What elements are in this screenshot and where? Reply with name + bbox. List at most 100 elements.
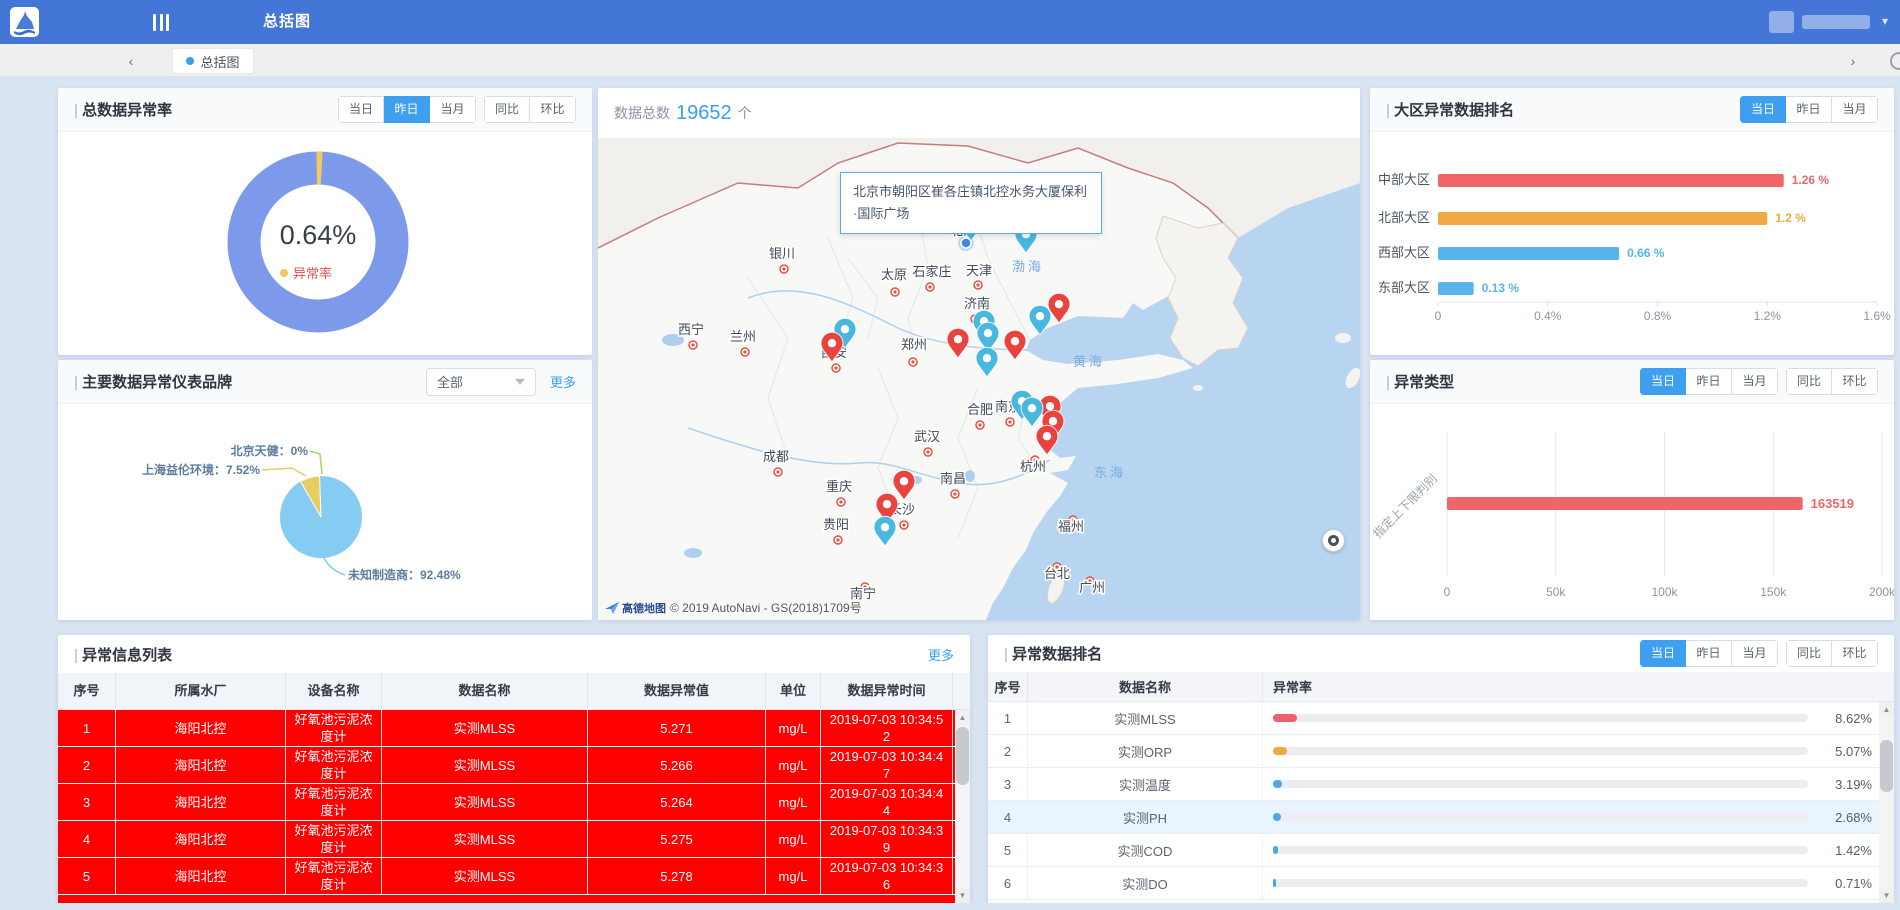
amap-logo-text: 高德地图 <box>622 600 666 616</box>
table-cell: mg/L <box>766 858 821 894</box>
table-cell: mg/L <box>766 784 821 820</box>
app-logo-icon[interactable] <box>10 7 39 37</box>
table-header-row: 序号所属水厂设备名称数据名称数据异常值单位数据异常时间 <box>58 673 970 710</box>
tab-settings-icon[interactable] <box>1890 52 1900 70</box>
panel-anomaly-list: 异常信息列表 更多 序号所属水厂设备名称数据名称数据异常值单位数据异常时间1海阳… <box>58 635 970 910</box>
panel-title: 总数据异常率 <box>74 99 172 120</box>
table-cell: 4 <box>58 821 116 857</box>
user-avatar[interactable] <box>1769 11 1794 33</box>
scroll-down-icon[interactable]: ▼ <box>1879 888 1894 903</box>
sea-label: 黄海 <box>1073 354 1105 369</box>
sea-label: 渤海 <box>1012 259 1044 274</box>
column-header: 异常率 <box>1263 672 1894 701</box>
dropdown-value: 全部 <box>437 372 463 391</box>
period-tab-昨日[interactable]: 昨日 <box>1786 96 1832 123</box>
rank-no: 5 <box>988 834 1028 866</box>
table-cell: 实测MLSS <box>382 710 588 746</box>
city-label-成都: 成都 <box>763 449 789 464</box>
period-tab-环比[interactable]: 环比 <box>1832 640 1878 667</box>
rank-rate-value: 1.42% <box>1820 843 1872 858</box>
user-name[interactable] <box>1802 15 1870 29</box>
panel-title: 主要数据异常仪表品牌 <box>74 371 232 392</box>
rank-name: 实测PH <box>1028 801 1263 833</box>
period-tab-当月[interactable]: 当月 <box>1732 640 1778 667</box>
tabs-scroll-left-icon[interactable]: ‹ <box>120 50 142 72</box>
rank-rate-value: 2.68% <box>1820 810 1872 825</box>
period-tabs: 当日昨日当月同比环比 <box>338 96 576 123</box>
rank-name: 实测温度 <box>1028 768 1263 800</box>
rank-table: 序号数据名称异常率1实测MLSS8.62%2实测ORP5.07%3实测温度3.1… <box>988 672 1894 900</box>
scroll-thumb[interactable] <box>1880 740 1893 792</box>
period-tab-当月[interactable]: 当月 <box>430 96 476 123</box>
table-cell: 海阳北控 <box>116 784 286 820</box>
city-label-银川: 银川 <box>769 246 795 261</box>
donut-chart: 0.64%异常率 <box>58 132 592 354</box>
map-attribution: 高德地图 © 2019 AutoNavi - GS(2018)1709号 <box>604 599 862 616</box>
period-tab-当日[interactable]: 当日 <box>1740 96 1786 123</box>
scroll-up-icon[interactable]: ▲ <box>955 710 970 725</box>
donut-legend-label: 异常率 <box>293 266 332 281</box>
rank-row: 6实测DO0.71% <box>988 867 1894 900</box>
period-tab-当月[interactable]: 当月 <box>1732 368 1778 395</box>
rank-rate-cell: 2.68% <box>1263 801 1894 833</box>
brand-filter-dropdown[interactable]: 全部 <box>426 368 536 396</box>
rate-bar-track <box>1273 780 1808 788</box>
period-tab-group: 当日昨日当月 <box>338 96 476 123</box>
period-tab-同比[interactable]: 同比 <box>1786 368 1832 395</box>
list-scrollbar[interactable]: ▲ ▼ <box>955 710 970 910</box>
period-tab-同比[interactable]: 同比 <box>484 96 530 123</box>
scroll-thumb[interactable] <box>956 727 969 785</box>
tab-overview[interactable]: 总括图 <box>173 49 253 73</box>
rate-bar-track <box>1273 714 1808 722</box>
table-cell: 好氧池污泥浓度计 <box>286 747 382 783</box>
period-tab-同比[interactable]: 同比 <box>1786 640 1832 667</box>
table-cell: 5.271 <box>588 710 766 746</box>
list-more-link[interactable]: 更多 <box>928 645 954 664</box>
panel-anomaly-type: 异常类型 当日昨日当月同比环比 050k100k150k200k指定上下限判别1… <box>1370 360 1894 620</box>
user-menu-caret-icon[interactable]: ▾ <box>1882 14 1888 28</box>
total-data-label: 数据总数 <box>614 103 670 123</box>
brand-more-link[interactable]: 更多 <box>550 372 576 391</box>
pie-slice-label: 北京天健：0% <box>231 443 309 458</box>
tabs-scroll-right-icon[interactable]: › <box>1842 50 1864 72</box>
period-tab-昨日[interactable]: 昨日 <box>1686 640 1732 667</box>
region-category-label: 北部大区 <box>1378 210 1430 225</box>
period-tab-环比[interactable]: 环比 <box>530 96 576 123</box>
period-tab-昨日[interactable]: 昨日 <box>1686 368 1732 395</box>
period-tab-当日[interactable]: 当日 <box>1640 368 1686 395</box>
city-label-福州: 福州 <box>1058 519 1084 534</box>
menu-toggle-icon[interactable] <box>153 14 169 31</box>
period-tab-当日[interactable]: 当日 <box>338 96 384 123</box>
table-cell: 海阳北控 <box>116 858 286 894</box>
rank-row: 3实测温度3.19% <box>988 768 1894 801</box>
rank-no: 4 <box>988 801 1028 833</box>
period-tabs: 当日昨日当月 <box>1740 96 1878 123</box>
city-label-天津: 天津 <box>966 263 992 278</box>
scroll-down-icon[interactable]: ▼ <box>955 888 970 903</box>
table-cell: 好氧池污泥浓度计 <box>286 784 382 820</box>
rank-name: 实测MLSS <box>1028 702 1263 734</box>
period-tab-昨日[interactable]: 昨日 <box>384 96 430 123</box>
city-label-杭州: 杭州 <box>1020 459 1046 474</box>
table-cell: 5.266 <box>588 747 766 783</box>
period-tab-环比[interactable]: 环比 <box>1832 368 1878 395</box>
bottom-strip <box>0 903 1900 910</box>
compare-tab-group: 同比环比 <box>1786 640 1878 667</box>
region-value-label: 0.13 % <box>1482 281 1520 295</box>
rank-scrollbar[interactable]: ▲ ▼ <box>1879 702 1894 910</box>
rank-name: 实测COD <box>1028 834 1263 866</box>
map-locate-button[interactable] <box>1322 529 1345 552</box>
dropdown-caret-icon <box>515 379 525 385</box>
rank-rate-value: 3.19% <box>1820 777 1872 792</box>
region-category-label: 东部大区 <box>1378 280 1430 295</box>
scroll-up-icon[interactable]: ▲ <box>1879 702 1894 717</box>
table-row: 4海阳北控好氧池污泥浓度计实测MLSS5.275mg/L2019-07-03 1… <box>58 821 970 858</box>
table-cell: 海阳北控 <box>116 710 286 746</box>
x-tick-label: 150k <box>1760 585 1787 599</box>
period-tab-当日[interactable]: 当日 <box>1640 640 1686 667</box>
rate-bar-track <box>1273 747 1808 755</box>
rank-no: 1 <box>988 702 1028 734</box>
column-header: 单位 <box>766 673 821 709</box>
city-label-合肥: 合肥 <box>967 402 993 417</box>
period-tab-当月[interactable]: 当月 <box>1832 96 1878 123</box>
